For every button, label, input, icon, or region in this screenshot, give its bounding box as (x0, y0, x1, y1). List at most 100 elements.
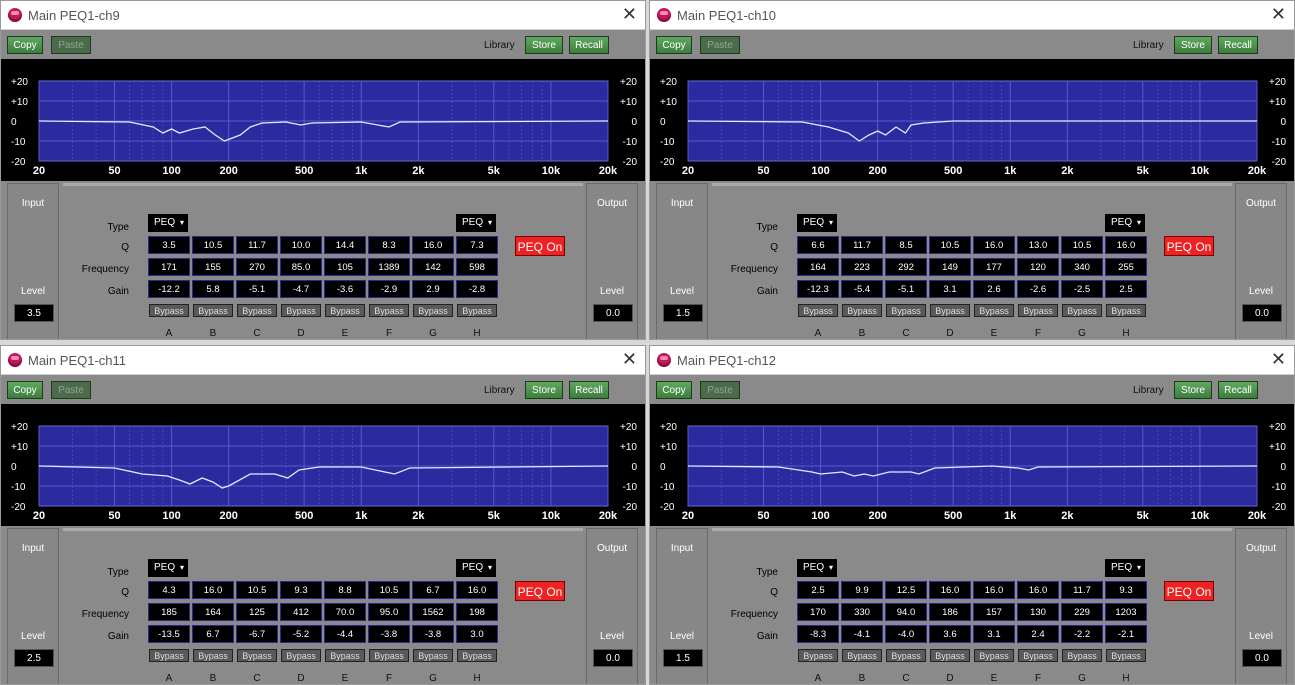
gain-cell[interactable]: -2.6 (1017, 280, 1059, 298)
gain-cell[interactable]: 2.6 (973, 280, 1015, 298)
copy-button[interactable]: Copy (656, 381, 692, 399)
freq-cell[interactable]: 149 (929, 258, 971, 276)
freq-cell[interactable]: 130 (1017, 603, 1059, 621)
type-select-h[interactable]: PEQ ▾ (456, 214, 496, 232)
gain-cell[interactable]: 2.9 (412, 280, 454, 298)
bypass-button[interactable]: Bypass (1106, 304, 1146, 317)
q-cell[interactable]: 14.4 (324, 236, 366, 254)
q-cell[interactable]: 11.7 (236, 236, 278, 254)
freq-cell[interactable]: 157 (973, 603, 1015, 621)
bypass-button[interactable]: Bypass (369, 649, 409, 662)
q-cell[interactable]: 9.3 (280, 581, 322, 599)
freq-cell[interactable]: 270 (236, 258, 278, 276)
q-cell[interactable]: 16.0 (973, 236, 1015, 254)
freq-cell[interactable]: 223 (841, 258, 883, 276)
gain-cell[interactable]: -3.8 (368, 625, 410, 643)
paste-button[interactable]: Paste (700, 36, 740, 54)
q-cell[interactable]: 3.5 (148, 236, 190, 254)
bypass-button[interactable]: Bypass (369, 304, 409, 317)
gain-cell[interactable]: -4.7 (280, 280, 322, 298)
gain-cell[interactable]: -4.0 (885, 625, 927, 643)
type-select-a[interactable]: PEQ ▾ (797, 559, 837, 577)
bypass-button[interactable]: Bypass (798, 649, 838, 662)
bypass-button[interactable]: Bypass (149, 649, 189, 662)
q-cell[interactable]: 10.5 (368, 581, 410, 599)
gain-cell[interactable]: 3.6 (929, 625, 971, 643)
close-icon[interactable]: ✕ (622, 349, 637, 370)
q-cell[interactable]: 10.5 (929, 236, 971, 254)
input-level-value[interactable]: 3.5 (14, 304, 54, 322)
output-level-value[interactable]: 0.0 (593, 649, 633, 667)
freq-cell[interactable]: 229 (1061, 603, 1103, 621)
q-cell[interactable]: 13.0 (1017, 236, 1059, 254)
q-cell[interactable]: 10.0 (280, 236, 322, 254)
freq-cell[interactable]: 94.0 (885, 603, 927, 621)
freq-cell[interactable]: 70.0 (324, 603, 366, 621)
q-cell[interactable]: 16.0 (1017, 581, 1059, 599)
bypass-button[interactable]: Bypass (886, 304, 926, 317)
bypass-button[interactable]: Bypass (413, 304, 453, 317)
output-level-value[interactable]: 0.0 (1242, 304, 1282, 322)
recall-button[interactable]: Recall (569, 381, 609, 399)
copy-button[interactable]: Copy (656, 36, 692, 54)
output-level-value[interactable]: 0.0 (1242, 649, 1282, 667)
freq-cell[interactable]: 105 (324, 258, 366, 276)
q-cell[interactable]: 10.5 (236, 581, 278, 599)
q-cell[interactable]: 16.0 (412, 236, 454, 254)
freq-cell[interactable]: 164 (192, 603, 234, 621)
freq-cell[interactable]: 292 (885, 258, 927, 276)
close-icon[interactable]: ✕ (1271, 4, 1286, 25)
recall-button[interactable]: Recall (1218, 36, 1258, 54)
freq-cell[interactable]: 85.0 (280, 258, 322, 276)
gain-cell[interactable]: -5.4 (841, 280, 883, 298)
q-cell[interactable]: 8.8 (324, 581, 366, 599)
gain-cell[interactable]: 6.7 (192, 625, 234, 643)
freq-cell[interactable]: 177 (973, 258, 1015, 276)
paste-button[interactable]: Paste (700, 381, 740, 399)
freq-cell[interactable]: 330 (841, 603, 883, 621)
gain-cell[interactable]: 3.1 (973, 625, 1015, 643)
close-icon[interactable]: ✕ (622, 4, 637, 25)
copy-button[interactable]: Copy (7, 36, 43, 54)
bypass-button[interactable]: Bypass (1018, 304, 1058, 317)
bypass-button[interactable]: Bypass (325, 649, 365, 662)
freq-cell[interactable]: 1203 (1105, 603, 1147, 621)
bypass-button[interactable]: Bypass (974, 304, 1014, 317)
paste-button[interactable]: Paste (51, 36, 91, 54)
output-level-value[interactable]: 0.0 (593, 304, 633, 322)
bypass-button[interactable]: Bypass (325, 304, 365, 317)
freq-cell[interactable]: 120 (1017, 258, 1059, 276)
q-cell[interactable]: 16.0 (456, 581, 498, 599)
gain-cell[interactable]: -3.8 (412, 625, 454, 643)
freq-cell[interactable]: 255 (1105, 258, 1147, 276)
gain-cell[interactable]: -13.5 (148, 625, 190, 643)
bypass-button[interactable]: Bypass (457, 649, 497, 662)
q-cell[interactable]: 11.7 (1061, 581, 1103, 599)
bypass-button[interactable]: Bypass (193, 649, 233, 662)
peq-on-button[interactable]: PEQ On (515, 236, 565, 256)
gain-cell[interactable]: -3.6 (324, 280, 366, 298)
type-select-a[interactable]: PEQ ▾ (797, 214, 837, 232)
gain-cell[interactable]: -2.9 (368, 280, 410, 298)
bypass-button[interactable]: Bypass (974, 649, 1014, 662)
bypass-button[interactable]: Bypass (1106, 649, 1146, 662)
peq-on-button[interactable]: PEQ On (1164, 236, 1214, 256)
freq-cell[interactable]: 412 (280, 603, 322, 621)
bypass-button[interactable]: Bypass (842, 649, 882, 662)
store-button[interactable]: Store (525, 36, 563, 54)
gain-cell[interactable]: -2.1 (1105, 625, 1147, 643)
gain-cell[interactable]: -5.1 (236, 280, 278, 298)
freq-cell[interactable]: 185 (148, 603, 190, 621)
bypass-button[interactable]: Bypass (1018, 649, 1058, 662)
peq-on-button[interactable]: PEQ On (515, 581, 565, 601)
gain-cell[interactable]: -2.8 (456, 280, 498, 298)
gain-cell[interactable]: -12.3 (797, 280, 839, 298)
gain-cell[interactable]: -8.3 (797, 625, 839, 643)
gain-cell[interactable]: -5.2 (280, 625, 322, 643)
q-cell[interactable]: 16.0 (929, 581, 971, 599)
store-button[interactable]: Store (525, 381, 563, 399)
q-cell[interactable]: 6.7 (412, 581, 454, 599)
q-cell[interactable]: 10.5 (192, 236, 234, 254)
input-level-value[interactable]: 2.5 (14, 649, 54, 667)
q-cell[interactable]: 9.3 (1105, 581, 1147, 599)
